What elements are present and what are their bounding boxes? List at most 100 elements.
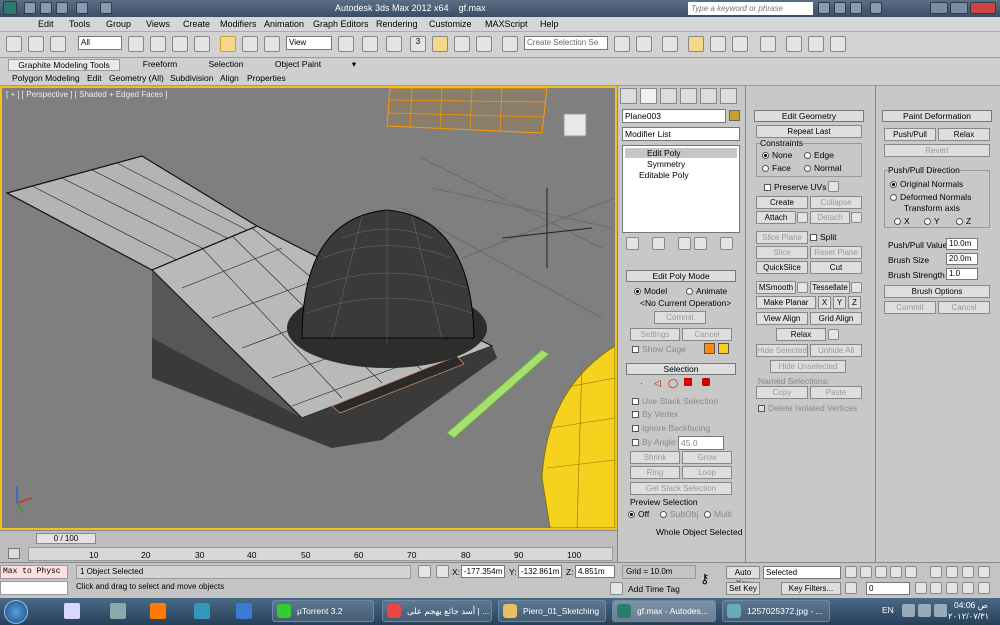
play-icon[interactable] — [875, 566, 887, 578]
object-color-swatch[interactable] — [729, 110, 740, 121]
menu-tools[interactable]: Tools — [69, 19, 90, 29]
menu-maxscript[interactable]: MAXScript — [485, 19, 528, 29]
snap-toggle-icon[interactable]: 3 — [410, 36, 426, 52]
tab-selection[interactable]: Selection — [198, 59, 254, 71]
vertex-icon[interactable]: · — [640, 378, 643, 388]
maximize-button[interactable] — [950, 2, 968, 14]
angle-value-field[interactable]: 45.0 — [678, 436, 724, 450]
orbit-icon[interactable] — [962, 582, 974, 594]
grid-align-button[interactable]: Grid Align — [810, 312, 862, 325]
ignore-backfacing-checkbox[interactable]: Ignore Backfacing — [632, 423, 710, 433]
brush-strength-field[interactable]: 1.0 — [946, 268, 978, 280]
curve-editor-icon[interactable] — [710, 36, 726, 52]
constraint-face-radio[interactable]: Face — [762, 163, 791, 173]
polygon-icon[interactable] — [684, 378, 692, 386]
next-frame-icon[interactable] — [890, 566, 902, 578]
menu-group[interactable]: Group — [106, 19, 131, 29]
link-icon[interactable] — [6, 36, 22, 52]
paint-deformation-rollout[interactable]: Paint Deformation — [882, 110, 992, 122]
render-production-icon[interactable] — [830, 36, 846, 52]
subtab-polygon-modeling[interactable]: Polygon Modeling — [12, 73, 80, 83]
object-name-field[interactable]: Plane003 — [622, 109, 726, 123]
unhide-all-button[interactable]: Unhide All — [810, 344, 862, 357]
volume-icon[interactable] — [934, 604, 947, 617]
unlink-icon[interactable] — [28, 36, 44, 52]
field-of-view-icon[interactable] — [930, 582, 942, 594]
align-icon[interactable] — [636, 36, 652, 52]
close-button[interactable] — [970, 2, 996, 14]
mirror-icon[interactable] — [614, 36, 630, 52]
slice-button[interactable]: Slice — [756, 246, 808, 259]
show-end-result-icon[interactable] — [652, 237, 665, 250]
absolute-mode-icon[interactable] — [436, 565, 449, 578]
named-selection-dropdown[interactable]: Create Selection Se — [524, 36, 608, 50]
split-checkbox[interactable]: Split — [810, 232, 837, 242]
maxscript-output[interactable] — [0, 581, 68, 595]
bind-space-warp-icon[interactable] — [50, 36, 66, 52]
x-coordinate-field[interactable]: -177.354m — [461, 565, 505, 578]
rotate-icon[interactable] — [242, 36, 258, 52]
select-object-icon[interactable] — [128, 36, 144, 52]
language-indicator[interactable]: EN — [882, 605, 894, 615]
zoom-extents-icon[interactable] — [962, 566, 974, 578]
zoom-all-icon[interactable] — [946, 566, 958, 578]
key-selection-dropdown[interactable]: Selected — [763, 566, 841, 579]
commit-button[interactable]: Commit — [654, 311, 706, 324]
stack-item-edit-poly[interactable]: Edit Poly — [625, 148, 737, 158]
network-icon[interactable] — [918, 604, 931, 617]
create-button[interactable]: Create — [756, 196, 808, 209]
push-pull-value-field[interactable]: 10.0m — [946, 238, 978, 250]
pinned-app-icon[interactable] — [194, 603, 210, 619]
current-frame-field[interactable]: 0 — [866, 582, 910, 595]
revert-button[interactable]: Revert — [884, 144, 990, 157]
animate-radio[interactable]: Animate — [686, 286, 727, 296]
key-filters-button[interactable]: Key Filters... — [781, 582, 841, 595]
scale-icon[interactable] — [264, 36, 280, 52]
msmooth-settings-icon[interactable] — [797, 282, 808, 293]
set-key-button[interactable]: Set Key — [726, 582, 760, 595]
get-stack-selection-button[interactable]: Get Stack Selection — [630, 482, 732, 495]
menu-views[interactable]: Views — [146, 19, 170, 29]
menu-customize[interactable]: Customize — [429, 19, 472, 29]
collapse-button[interactable]: Collapse — [810, 196, 862, 209]
percent-snap-icon[interactable] — [454, 36, 470, 52]
help-icon[interactable] — [870, 2, 882, 14]
auto-key-button[interactable]: Auto Key — [726, 566, 760, 588]
axis-z-radio[interactable]: Z — [956, 216, 971, 226]
clock-date[interactable]: ٢٠١٢/٠٧/٣١ — [948, 611, 989, 622]
select-manipulate-icon[interactable] — [362, 36, 378, 52]
star-icon[interactable] — [834, 2, 846, 14]
quickslice-button[interactable]: QuickSlice — [756, 261, 808, 274]
attach-button[interactable]: Attach — [756, 211, 796, 224]
new-icon[interactable] — [24, 2, 36, 14]
menu-help[interactable]: Help — [540, 19, 559, 29]
graphite-toggle-icon[interactable] — [688, 36, 704, 52]
track-bar-icon[interactable] — [8, 548, 20, 559]
modifier-list-dropdown[interactable]: Modifier List — [622, 127, 740, 141]
selection-rollout[interactable]: Selection — [626, 363, 736, 375]
grow-button[interactable]: Grow — [682, 451, 732, 464]
tab-graphite-modeling-tools[interactable]: Graphite Modeling Tools — [8, 59, 120, 71]
app-logo-icon[interactable] — [3, 1, 17, 15]
subtab-edit[interactable]: Edit — [87, 73, 102, 83]
planar-x-button[interactable]: X — [818, 296, 831, 309]
taskbar-item-chrome[interactable]: أسد جائع يهجم على | ... — [382, 600, 492, 622]
cancel-paint-button[interactable]: Cancel — [938, 301, 990, 314]
detach-settings-icon[interactable] — [851, 212, 862, 223]
relax-paint-button[interactable]: Relax — [938, 128, 990, 141]
model-radio[interactable]: Model — [634, 286, 667, 296]
subtab-properties[interactable]: Properties — [247, 73, 286, 83]
pin-stack-icon[interactable] — [626, 237, 639, 250]
planar-y-button[interactable]: Y — [833, 296, 846, 309]
constraint-edge-radio[interactable]: Edge — [804, 150, 834, 160]
settings-button[interactable]: Settings — [630, 328, 680, 341]
utilities-tab-icon[interactable] — [720, 88, 737, 104]
border-icon[interactable]: ◯ — [668, 378, 678, 389]
start-button[interactable] — [4, 600, 28, 624]
redo-icon[interactable] — [100, 2, 112, 14]
maximize-viewport-icon[interactable] — [978, 582, 990, 594]
constraint-none-radio[interactable]: None — [762, 150, 792, 160]
key-mode-icon[interactable] — [845, 582, 857, 594]
clock-time[interactable]: 04:06 ص — [954, 600, 988, 611]
internet-explorer-icon[interactable] — [236, 603, 252, 619]
